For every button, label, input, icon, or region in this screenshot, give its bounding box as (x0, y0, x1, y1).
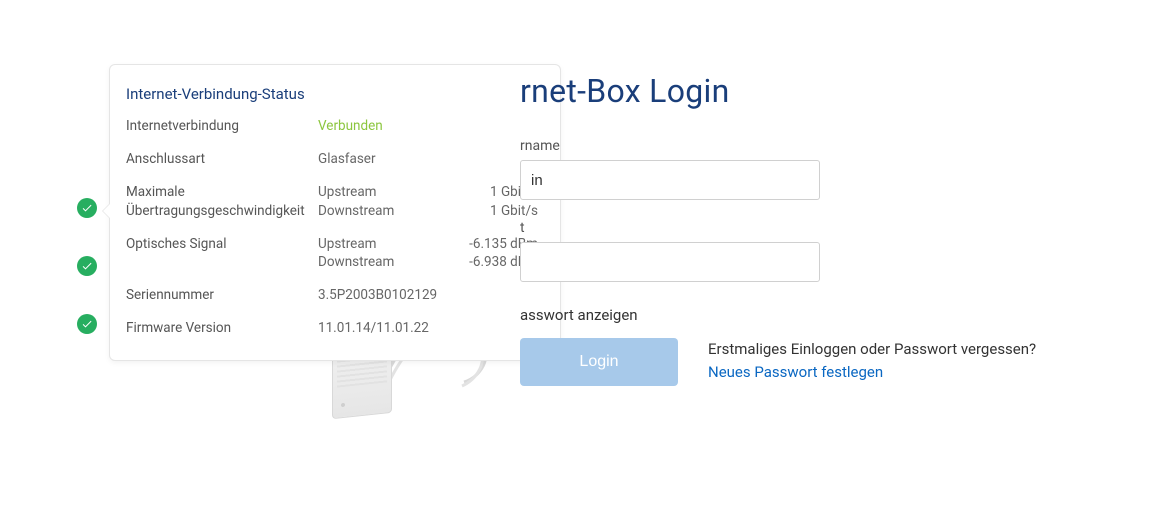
speed-label-line2: Übertragungsgeschwindigkeit (126, 202, 318, 221)
upstream-label: Upstream (318, 183, 490, 202)
username-label: rname (520, 138, 1080, 154)
check-icon (77, 198, 97, 218)
row-connection: Internetverbindung Verbunden (126, 117, 538, 136)
type-label: Anschlussart (126, 150, 318, 169)
status-icon-column (77, 198, 97, 334)
firmware-value: 11.01.14/11.01.22 (318, 319, 538, 338)
downstream-label: Downstream (318, 253, 469, 272)
signal-values: Upstream Downstream -6.135 dBm -6.938 dB… (318, 235, 538, 273)
login-button[interactable]: Login (520, 338, 678, 386)
firmware-label: Firmware Version (126, 319, 318, 338)
login-help-text: Erstmaliges Einloggen oder Passwort verg… (708, 338, 1036, 383)
row-serial: Seriennummer 3.5P2003B0102129 (126, 286, 538, 305)
row-type: Anschlussart Glasfaser (126, 150, 538, 169)
check-icon (77, 314, 97, 334)
login-panel: rnet-Box Login rname t asswort anzeigen … (520, 72, 1080, 386)
speed-label: Maximale Übertragungsgeschwindigkeit (126, 183, 318, 221)
popover-title: Internet-Verbindung-Status (126, 85, 538, 103)
signal-label: Optisches Signal (126, 235, 318, 254)
first-login-text: Erstmaliges Einloggen oder Passwort verg… (708, 338, 1036, 361)
speed-values: Upstream Downstream 1 Gbit/s 1 Gbit/s (318, 183, 538, 221)
connection-status-popover: Internet-Verbindung-Status Internetverbi… (109, 64, 561, 361)
connection-label: Internetverbindung (126, 117, 318, 136)
type-value: Glasfaser (318, 150, 538, 169)
username-input[interactable] (520, 160, 820, 200)
connection-value: Verbunden (318, 117, 538, 136)
upstream-label: Upstream (318, 235, 469, 254)
page-title: rnet-Box Login (520, 72, 1080, 110)
serial-label: Seriennummer (126, 286, 318, 305)
speed-label-line1: Maximale (126, 183, 318, 202)
password-label: t (520, 220, 1080, 236)
reset-password-link[interactable]: Neues Passwort festlegen (708, 361, 1036, 384)
serial-value: 3.5P2003B0102129 (318, 286, 538, 305)
show-password-label[interactable]: asswort anzeigen (520, 306, 1080, 324)
password-input[interactable] (520, 242, 820, 282)
row-speed: Maximale Übertragungsgeschwindigkeit Ups… (126, 183, 538, 221)
check-icon (77, 256, 97, 276)
row-signal: Optisches Signal Upstream Downstream -6.… (126, 235, 538, 273)
downstream-label: Downstream (318, 202, 490, 221)
row-firmware: Firmware Version 11.01.14/11.01.22 (126, 319, 538, 338)
